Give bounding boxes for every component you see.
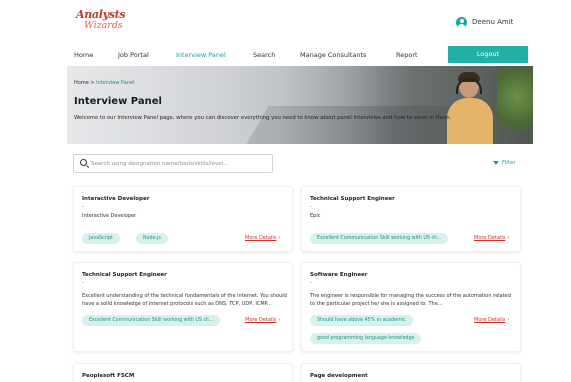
- nav-item-manage-consultants[interactable]: Manage Consultants: [300, 51, 366, 59]
- chevron-right-icon: ›: [507, 235, 510, 241]
- chevron-right-icon: ›: [278, 317, 281, 323]
- page-title: Interview Panel: [74, 96, 162, 107]
- user-avatar-icon: [456, 16, 467, 28]
- nav-item-report[interactable]: Report: [396, 51, 418, 59]
- skill-tag: JavaScript: [82, 233, 121, 244]
- search-box[interactable]: [73, 154, 273, 173]
- chevron-right-icon: ›: [278, 235, 281, 241]
- job-card-description: The engineer is responsible for managing…: [310, 293, 511, 307]
- page: Analysts Wizards Deenu Amit Home Job Por…: [0, 0, 571, 382]
- job-card-title: Peoplesoft FSCM: [82, 373, 135, 379]
- job-card-title: Software Engineer: [310, 272, 368, 278]
- job-card-dash: -: [82, 204, 84, 210]
- job-card-description: Interactive Developer: [82, 213, 137, 219]
- skill-tag: Excellent Communication Skill working wi…: [310, 233, 449, 244]
- logout-button[interactable]: Logout: [448, 46, 528, 63]
- top-bar: Analysts Wizards Deenu Amit: [0, 0, 571, 44]
- job-card-description: Epic: [310, 213, 321, 219]
- filter-label: Filter: [502, 160, 516, 166]
- job-card-dash: -: [310, 280, 312, 286]
- skill-tag: Should have above 45% in academic: [310, 315, 413, 326]
- filter-button[interactable]: Filter: [493, 160, 516, 166]
- more-details-label: More Details: [245, 235, 277, 241]
- more-details-label: More Details: [474, 317, 506, 323]
- more-details-label: More Details: [474, 235, 506, 241]
- more-details-link[interactable]: More Details ›: [474, 317, 509, 323]
- breadcrumb-current: Interview Panel: [96, 80, 135, 86]
- job-card-description: Excellent understanding of the technical…: [82, 293, 287, 307]
- filter-icon: [493, 161, 499, 165]
- nav-item-home[interactable]: Home: [74, 51, 93, 59]
- skill-tag: Excellent Communication Skill working wi…: [82, 315, 221, 326]
- job-card[interactable]: Peoplesoft FSCM: [73, 363, 293, 382]
- brand-logo[interactable]: Analysts Wizards: [76, 8, 126, 35]
- skill-tag: good programming language knowledge: [310, 333, 422, 344]
- job-card-title: Interactive Developer: [82, 196, 150, 202]
- search-icon: [80, 159, 87, 166]
- user-menu[interactable]: Deenu Amit: [456, 14, 513, 30]
- breadcrumb: Home > Interview Panel: [74, 80, 134, 86]
- job-card-dash: -: [310, 204, 312, 210]
- job-card[interactable]: Interactive Developer - Interactive Deve…: [73, 186, 293, 252]
- job-card[interactable]: Software Engineer - The engineer is resp…: [301, 262, 521, 352]
- job-card[interactable]: Page development: [301, 363, 521, 382]
- job-card-dash: -: [82, 280, 84, 286]
- nav-item-search[interactable]: Search: [253, 51, 275, 59]
- more-details-link[interactable]: More Details ›: [474, 235, 509, 241]
- nav-item-job-portal[interactable]: Job Portal: [118, 51, 149, 59]
- job-card-title: Technical Support Engineer: [310, 196, 395, 202]
- page-description: Welcome to our Interview Panel page, whe…: [74, 115, 452, 121]
- search-input[interactable]: [91, 157, 269, 171]
- nav-item-interview-panel[interactable]: Interview Panel: [176, 51, 226, 59]
- more-details-label: More Details: [245, 317, 277, 323]
- brand-line-2: Wizards: [84, 20, 123, 31]
- job-card-title: Page development: [310, 373, 368, 379]
- breadcrumb-separator: >: [90, 80, 95, 86]
- job-card-title: Technical Support Engineer: [82, 272, 167, 278]
- user-name: Deenu Amit: [472, 18, 514, 26]
- more-details-link[interactable]: More Details ›: [245, 235, 280, 241]
- skill-tag: Node.js: [136, 233, 168, 244]
- more-details-link[interactable]: More Details ›: [245, 317, 280, 323]
- job-card[interactable]: Technical Support Engineer - Excellent u…: [73, 262, 293, 352]
- job-card[interactable]: Technical Support Engineer - Epic Excell…: [301, 186, 521, 252]
- brand-line-1: Analysts: [76, 8, 126, 21]
- chevron-right-icon: ›: [507, 317, 510, 323]
- breadcrumb-home[interactable]: Home: [74, 80, 89, 86]
